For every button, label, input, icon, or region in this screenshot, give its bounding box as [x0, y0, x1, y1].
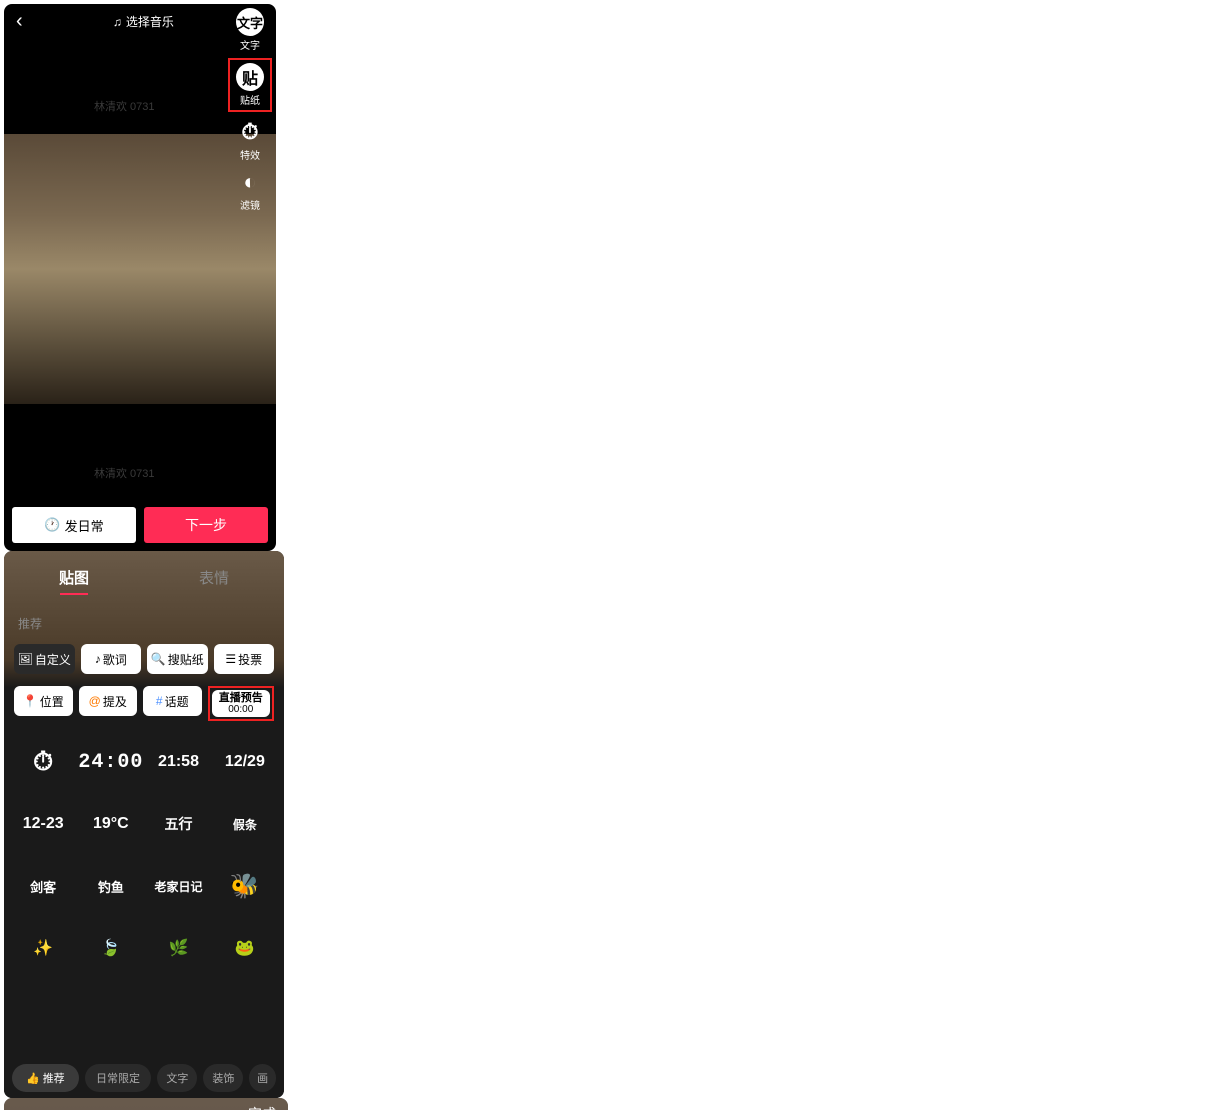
editor-tools: 文字 文字 贴 贴纸 ⏱ 特效 ◐ 滤镜: [228, 8, 272, 212]
music-label: 选择音乐: [126, 13, 174, 30]
list-icon: ☰: [225, 652, 236, 666]
watermark-text: 林清欢 0731: [94, 98, 155, 114]
sticker-grid: ⏱ 24:00 21:58 12/29 12-23 19°C 五行 假条 剑客 …: [4, 725, 284, 1027]
tab-sticker[interactable]: 贴图: [4, 567, 144, 601]
daily-label: 发日常: [65, 516, 104, 535]
filter-icon: ◐: [236, 168, 264, 196]
music-icon: ♫: [113, 15, 122, 29]
sticker-tabs: 贴图 表情: [4, 551, 284, 611]
text-icon: 文字: [236, 8, 264, 36]
clock-icon: 🕐: [44, 517, 60, 533]
pill-topic[interactable]: #话题: [143, 686, 202, 716]
effects-icon: ⏱: [236, 118, 264, 146]
sticker-item[interactable]: 19°C: [78, 795, 143, 853]
sticker-item[interactable]: ⏱: [12, 733, 74, 791]
tool-label: 滤镜: [240, 197, 260, 212]
daily-button[interactable]: 🕐 发日常: [12, 507, 136, 543]
search-icon: 🔍: [151, 652, 166, 666]
tool-filter[interactable]: ◐ 滤镜: [236, 168, 264, 212]
tool-sticker[interactable]: 贴 贴纸: [228, 58, 272, 112]
sticker-item[interactable]: ✨: [12, 919, 74, 977]
pill-location[interactable]: 📍位置: [14, 686, 73, 716]
sticker-item[interactable]: 🐝: [214, 857, 276, 915]
image-icon: 🖼: [18, 652, 33, 666]
cat-daily[interactable]: 日常限定: [85, 1064, 152, 1092]
cat-draw[interactable]: 画: [249, 1064, 276, 1092]
back-icon[interactable]: ‹: [16, 10, 23, 33]
cat-recommend[interactable]: 👍推荐: [12, 1064, 79, 1092]
note-icon: ♪: [95, 652, 101, 666]
hash-icon: #: [156, 694, 163, 708]
next-button[interactable]: 下一步: [144, 507, 268, 543]
tool-label: 特效: [240, 147, 260, 162]
next-label: 下一步: [185, 515, 227, 535]
recommend-label: 推荐: [4, 611, 284, 640]
pill-lyrics[interactable]: ♪歌词: [81, 644, 142, 674]
tool-label: 贴纸: [240, 92, 260, 107]
sticker-item[interactable]: 21:58: [147, 733, 209, 791]
category-bar: 👍推荐 日常限定 文字 装饰 画: [4, 1064, 284, 1092]
sticker-item[interactable]: 老家日记: [147, 857, 209, 915]
sticker-item[interactable]: 🍃: [78, 919, 143, 977]
cat-decor[interactable]: 装饰: [203, 1064, 243, 1092]
sticker-item[interactable]: 剑客: [12, 857, 74, 915]
screen-1-video-edit: ‹ ♫ 选择音乐 文字 文字 贴 贴纸 ⏱ 特效 ◐ 滤镜 林清欢 0731 林…: [4, 4, 276, 551]
pill-mention[interactable]: @提及: [79, 686, 138, 716]
screen-2-sticker-panel: 贴图 表情 推荐 🖼自定义 ♪歌词 🔍搜贴纸 ☰投票 📍位置 @提及 #话题 直…: [4, 551, 284, 1098]
highlight-box: 直播预告 00:00: [208, 686, 275, 721]
tool-effects[interactable]: ⏱ 特效: [236, 118, 264, 162]
select-music-button[interactable]: ♫ 选择音乐: [113, 13, 174, 30]
sticker-item[interactable]: 五行: [147, 795, 209, 853]
pin-icon: 📍: [23, 694, 38, 708]
sticker-item[interactable]: 假条: [214, 795, 276, 853]
pill-search-sticker[interactable]: 🔍搜贴纸: [147, 644, 208, 674]
sticker-icon: 贴: [236, 63, 264, 91]
at-icon: @: [89, 694, 101, 708]
pill-live-preview[interactable]: 直播预告 00:00: [212, 690, 271, 717]
live-time: 00:00: [216, 704, 267, 715]
watermark-text: 林清欢 0731: [94, 465, 155, 481]
sticker-item[interactable]: 12-23: [12, 795, 74, 853]
pill-custom[interactable]: 🖼自定义: [14, 644, 75, 674]
sticker-item[interactable]: 钓鱼: [78, 857, 143, 915]
pill-vote[interactable]: ☰投票: [214, 644, 275, 674]
sticker-item[interactable]: 12/29: [214, 733, 276, 791]
screen-3-time-picker: 完成 直播预告 5/30 21:00 想看 添加预告，会有更多观众看你的直播 取…: [4, 1098, 288, 1110]
tool-label: 文字: [240, 37, 260, 52]
live-title: 直播预告: [216, 692, 267, 704]
thumb-icon: 👍: [26, 1072, 40, 1085]
cat-text[interactable]: 文字: [157, 1064, 197, 1092]
done-button[interactable]: 完成: [248, 1104, 276, 1110]
sticker-item[interactable]: 🌿: [147, 919, 209, 977]
sticker-item[interactable]: 24:00: [78, 733, 143, 791]
tab-emoji[interactable]: 表情: [144, 567, 284, 601]
background: [4, 1098, 288, 1110]
sticker-item[interactable]: 🐸: [214, 919, 276, 977]
tool-text[interactable]: 文字 文字: [236, 8, 264, 52]
